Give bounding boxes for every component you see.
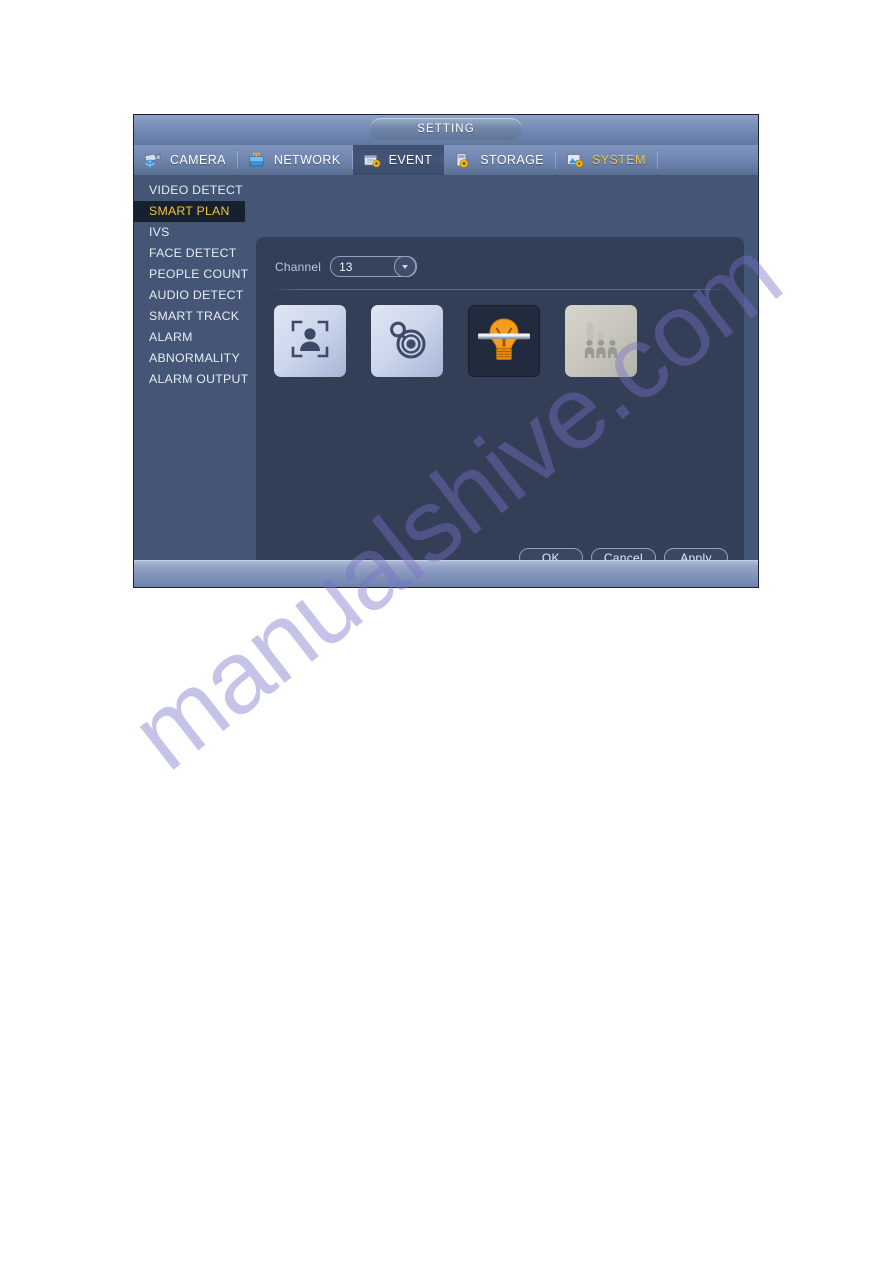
- channel-label: Channel: [275, 259, 322, 274]
- channel-select[interactable]: 13: [330, 256, 418, 277]
- ivs-tripwire-icon: [476, 314, 532, 369]
- tab-event-label: EVENT: [388, 153, 433, 167]
- smart-plan-panel: Channel 13 OK Cancel Apply: [256, 237, 744, 587]
- storage-icon: [453, 151, 473, 169]
- sidebar-item-smart-plan[interactable]: SMART PLAN: [134, 201, 245, 222]
- system-icon: [565, 151, 585, 169]
- tile-people-count[interactable]: [565, 305, 637, 377]
- tab-storage-label: STORAGE: [480, 153, 544, 167]
- tab-storage[interactable]: STORAGE: [444, 145, 556, 175]
- sidebar-item-abnormality[interactable]: ABNORMALITY: [134, 348, 249, 369]
- sidebar-item-video-detect[interactable]: VIDEO DETECT: [134, 180, 249, 201]
- sidebar-item-ivs[interactable]: IVS: [134, 222, 249, 243]
- tile-heat-map[interactable]: [371, 305, 443, 377]
- tab-network-label: NETWORK: [273, 153, 341, 167]
- window-title-pill: SETTING: [370, 118, 522, 140]
- main-tab-strip: CAMERA NETWORK EVENT STORAGE SYSTEM: [134, 145, 758, 175]
- tab-event[interactable]: EVENT: [352, 145, 445, 175]
- sidebar-menu: VIDEO DETECT SMART PLAN IVS FACE DETECT …: [134, 175, 249, 561]
- tile-face-detect[interactable]: [274, 305, 346, 377]
- smart-plan-tiles: [274, 305, 637, 377]
- channel-value: 13: [339, 259, 353, 274]
- sidebar-item-label: AUDIO DETECT: [149, 288, 244, 302]
- channel-row: Channel 13: [275, 256, 418, 277]
- window-header: SETTING: [134, 115, 758, 145]
- window-footer: [134, 560, 758, 587]
- event-icon: [362, 151, 382, 169]
- heat-map-icon: [384, 316, 430, 367]
- sidebar-item-label: SMART PLAN: [149, 204, 230, 218]
- people-count-icon: [577, 315, 625, 368]
- sidebar-item-face-detect[interactable]: FACE DETECT: [134, 243, 249, 264]
- sidebar-item-audio-detect[interactable]: AUDIO DETECT: [134, 285, 249, 306]
- tab-network[interactable]: NETWORK: [238, 145, 353, 175]
- sidebar-item-alarm[interactable]: ALARM: [134, 327, 249, 348]
- sidebar-item-label: SMART TRACK: [149, 309, 240, 323]
- tab-camera[interactable]: CAMERA: [134, 145, 238, 175]
- tab-system-label: SYSTEM: [591, 153, 646, 167]
- sidebar-item-alarm-output[interactable]: ALARM OUTPUT: [134, 369, 249, 390]
- tab-system[interactable]: SYSTEM: [556, 145, 658, 175]
- window-body: VIDEO DETECT SMART PLAN IVS FACE DETECT …: [134, 175, 758, 587]
- network-icon: [247, 151, 267, 169]
- tab-separator: [656, 151, 658, 169]
- chevron-down-icon[interactable]: [394, 256, 417, 277]
- sidebar-item-label: FACE DETECT: [149, 246, 237, 260]
- sidebar-item-label: ABNORMALITY: [149, 351, 240, 365]
- tab-camera-label: CAMERA: [170, 153, 226, 167]
- sidebar-item-label: PEOPLE COUNT: [149, 267, 249, 281]
- sidebar-item-label: ALARM OUTPUT: [149, 372, 249, 386]
- sidebar-item-people-count[interactable]: PEOPLE COUNT: [134, 264, 249, 285]
- sidebar-item-smart-track[interactable]: SMART TRACK: [134, 306, 249, 327]
- sidebar-item-label: IVS: [149, 225, 170, 239]
- page-title: SETTING: [417, 123, 475, 135]
- face-detect-icon: [288, 317, 332, 366]
- sidebar-item-label: ALARM: [149, 330, 193, 344]
- sidebar-item-label: VIDEO DETECT: [149, 183, 243, 197]
- camera-icon: [143, 151, 163, 169]
- section-divider: [274, 289, 726, 290]
- tile-ivs-tripwire[interactable]: [468, 305, 540, 377]
- setting-window: SETTING CAMERA NETWORK EVENT STORAGE SYS…: [134, 115, 758, 587]
